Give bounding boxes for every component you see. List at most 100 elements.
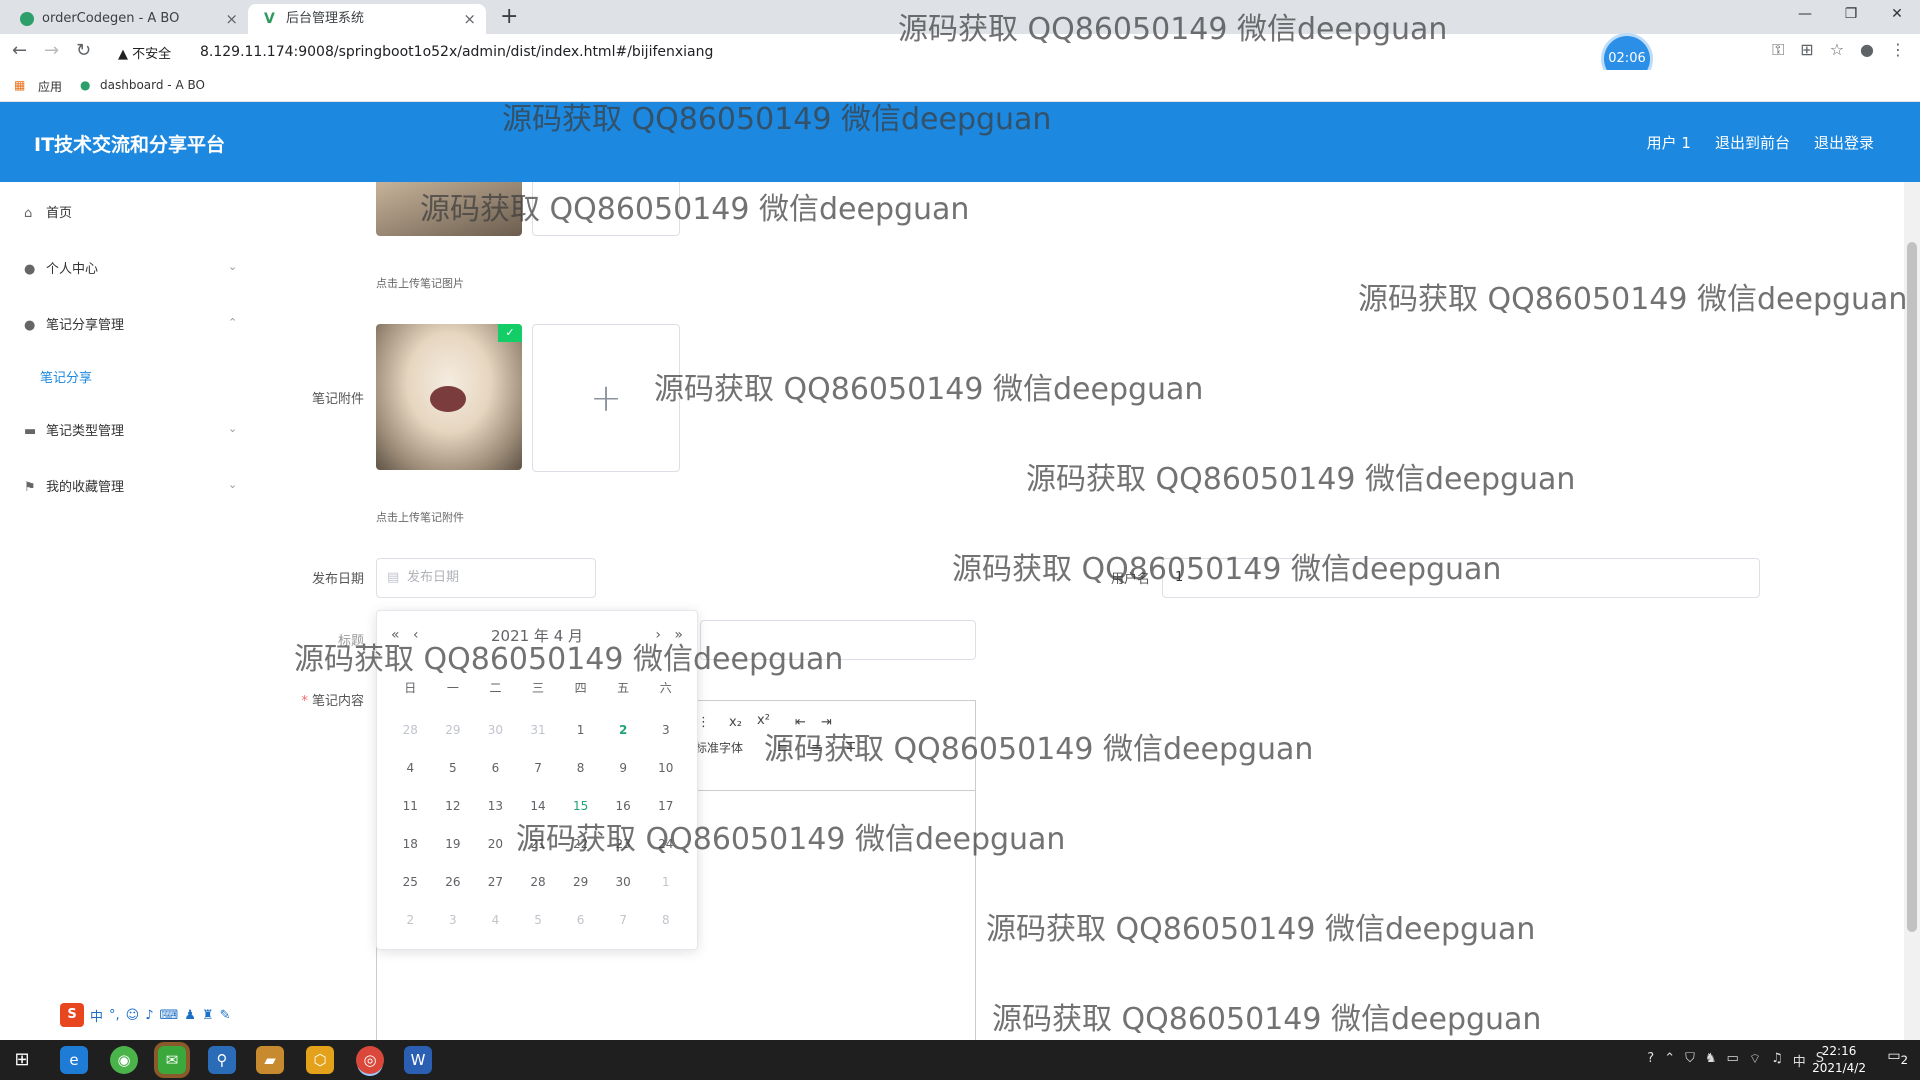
attachment-thumbnail[interactable]: ✓ xyxy=(376,324,522,470)
date-cell[interactable]: 23 xyxy=(602,825,645,863)
page-scrollbar[interactable] xyxy=(1904,182,1920,1040)
emoji-icon[interactable]: ☺ xyxy=(126,1008,140,1023)
date-cell[interactable]: 17 xyxy=(644,787,687,825)
browser-tab-admin[interactable]: V 后台管理系统 × xyxy=(248,4,486,34)
date-cell[interactable]: 11 xyxy=(389,787,432,825)
date-cell[interactable]: 18 xyxy=(389,825,432,863)
qq-icon[interactable]: ♞ xyxy=(1705,1051,1717,1070)
star-icon[interactable]: ☆ xyxy=(1830,40,1844,60)
username-field[interactable]: 1 xyxy=(1162,558,1760,598)
attachment-upload-button[interactable]: + xyxy=(532,324,680,472)
skin-icon[interactable]: ♜ xyxy=(202,1008,214,1023)
next-month-button[interactable]: › xyxy=(655,627,661,643)
date-cell[interactable]: 2 xyxy=(389,901,432,939)
logout-link[interactable]: 退出登录 xyxy=(1814,132,1874,153)
date-cell[interactable]: 13 xyxy=(474,787,517,825)
indent-icon[interactable]: ⇥ xyxy=(821,715,832,730)
date-cell[interactable]: 31 xyxy=(517,711,560,749)
to-front-link[interactable]: 退出到前台 xyxy=(1715,132,1790,153)
date-cell[interactable]: 3 xyxy=(644,711,687,749)
date-cell[interactable]: 30 xyxy=(602,863,645,901)
date-picker-title[interactable]: 2021 年 4 月 xyxy=(377,625,697,646)
font-select[interactable]: 标准字体 xyxy=(695,739,743,756)
profile-icon[interactable]: ● xyxy=(1860,40,1874,60)
bookmark-apps[interactable]: 应用 xyxy=(38,78,62,95)
edge-browser-icon[interactable]: e xyxy=(60,1046,88,1074)
tray-chevron-up-icon[interactable]: ⌃ xyxy=(1664,1051,1675,1070)
translate-icon[interactable]: ⊞ xyxy=(1800,40,1813,60)
menu-dots-icon[interactable]: ⋮ xyxy=(1890,40,1906,60)
apps-grid-icon[interactable]: ▦ xyxy=(14,78,25,92)
shield-icon[interactable]: ⛉ xyxy=(1685,1051,1695,1070)
word-icon[interactable]: W xyxy=(404,1046,432,1074)
sidebar-item-note-share[interactable]: 笔记分享 xyxy=(40,367,92,386)
date-cell[interactable]: 5 xyxy=(432,749,475,787)
scrollbar-thumb[interactable] xyxy=(1907,242,1917,932)
publish-date-input[interactable]: ▤ 发布日期 xyxy=(376,558,596,598)
user-icon[interactable]: ♟ xyxy=(184,1008,196,1023)
date-cell[interactable]: 1 xyxy=(644,863,687,901)
date-cell[interactable]: 27 xyxy=(474,863,517,901)
subscript-button[interactable]: x₂ xyxy=(729,715,742,730)
notification-center-icon[interactable]: ▭2 xyxy=(1887,1048,1908,1067)
system-clock[interactable]: 22:16 2021/4/2 xyxy=(1812,1043,1866,1077)
date-cell[interactable]: 4 xyxy=(389,749,432,787)
date-cell[interactable]: 30 xyxy=(474,711,517,749)
ime-mode[interactable]: 中 xyxy=(90,1006,103,1025)
back-arrow-icon[interactable]: ← xyxy=(12,40,27,61)
date-cell[interactable]: 5 xyxy=(517,901,560,939)
superscript-button[interactable]: x² xyxy=(757,713,770,728)
date-cell[interactable]: 19 xyxy=(432,825,475,863)
360-browser-icon[interactable]: ◉ xyxy=(110,1046,138,1074)
next-year-button[interactable]: » xyxy=(674,627,683,643)
wifi-icon[interactable]: ⌔ xyxy=(1749,1051,1761,1070)
date-cell[interactable]: 21 xyxy=(517,825,560,863)
sidebar-item-personal[interactable]: ● 个人中心 xyxy=(24,258,98,277)
tab-close-icon[interactable]: × xyxy=(225,4,238,34)
wechat-icon[interactable]: ✉ xyxy=(158,1046,186,1074)
restore-button[interactable]: ❐ xyxy=(1828,0,1874,30)
date-cell[interactable]: 8 xyxy=(559,749,602,787)
sidebar-item-note-share-mgmt[interactable]: ● 笔记分享管理 xyxy=(24,314,124,333)
sidebar-item-favorites-mgmt[interactable]: ⚑ 我的收藏管理 xyxy=(24,476,124,495)
date-cell[interactable]: 28 xyxy=(389,711,432,749)
wrench-icon[interactable]: ✎ xyxy=(220,1008,231,1023)
url-input[interactable]: ▲ 不安全 8.129.11.174:9008/springboot1o52x/… xyxy=(108,38,1768,66)
note-image-upload-button[interactable] xyxy=(532,182,680,236)
date-cell[interactable]: 1 xyxy=(559,711,602,749)
date-cell[interactable]: 7 xyxy=(602,901,645,939)
title-field[interactable] xyxy=(700,620,976,660)
date-cell[interactable]: 15 xyxy=(559,787,602,825)
browser-tab-ordercodegen[interactable]: orderCodegen - A BO × xyxy=(4,4,248,34)
chrome-icon[interactable]: ◎ xyxy=(356,1046,384,1074)
clear-format-icon[interactable]: T̶ xyxy=(847,741,855,756)
ime-indicator[interactable]: 中 xyxy=(1793,1051,1806,1070)
search-app-icon[interactable]: ⚲ xyxy=(208,1046,236,1074)
keyboard-icon[interactable]: ⌨ xyxy=(160,1008,179,1023)
windows-start-icon[interactable]: ⊞ xyxy=(8,1046,36,1074)
date-cell[interactable]: 7 xyxy=(517,749,560,787)
tab-close-icon[interactable]: × xyxy=(463,4,476,34)
date-cell[interactable]: 9 xyxy=(602,749,645,787)
help-icon[interactable]: ? xyxy=(1647,1051,1654,1070)
date-cell[interactable]: 8 xyxy=(644,901,687,939)
date-cell[interactable]: 16 xyxy=(602,787,645,825)
date-cell[interactable]: 25 xyxy=(389,863,432,901)
close-window-button[interactable]: ✕ xyxy=(1874,0,1920,30)
ime-punct[interactable]: °, xyxy=(109,1008,120,1023)
date-cell[interactable]: 3 xyxy=(432,901,475,939)
key-icon[interactable]: ⚿ xyxy=(1772,40,1784,60)
sidebar-item-note-type-mgmt[interactable]: ▬ 笔记类型管理 xyxy=(24,420,124,439)
battery-icon[interactable]: ▭ xyxy=(1727,1051,1739,1070)
date-cell[interactable]: 20 xyxy=(474,825,517,863)
ime-toolbar[interactable]: S 中 °, ☺ ♪ ⌨ ♟ ♜ ✎ xyxy=(56,1002,235,1028)
date-cell[interactable]: 26 xyxy=(432,863,475,901)
date-cell[interactable]: 29 xyxy=(432,711,475,749)
reload-icon[interactable]: ↻ xyxy=(76,40,91,61)
bookmark-dashboard[interactable]: dashboard - A BO xyxy=(100,78,205,92)
align-center-icon[interactable]: ≡ xyxy=(811,741,822,756)
outdent-icon[interactable]: ⇤ xyxy=(795,715,806,730)
date-cell[interactable]: 28 xyxy=(517,863,560,901)
date-cell[interactable]: 10 xyxy=(644,749,687,787)
date-cell[interactable]: 2 xyxy=(602,711,645,749)
